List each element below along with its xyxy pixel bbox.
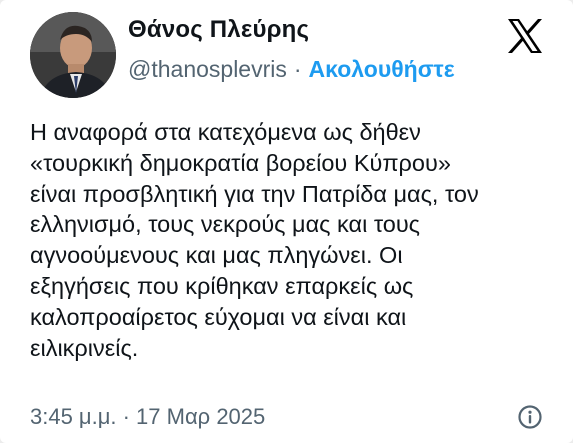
author-handle[interactable]: @thanosplevris (128, 56, 287, 82)
tweet-line: «τουρκική δημοκρατία βορείου Κύπρου» (30, 149, 451, 176)
info-icon[interactable] (517, 404, 543, 430)
avatar[interactable] (30, 12, 116, 98)
tweet-line: ειλικρινείς. (30, 334, 139, 361)
tweet-line: Η αναφορά στα κατεχόμενα ως δήθεν (30, 119, 421, 145)
tweet-line: ελληνισμό, τους νεκρούς μας και τους (30, 211, 421, 238)
tweet-line: είναι προσβλητική για την Πατρίδα μας, τ… (30, 180, 479, 207)
avatar-photo-icon (30, 12, 116, 98)
follow-button[interactable]: Ακολουθήστε (309, 56, 455, 82)
tweet-line: καλοπροαίρετος εύχομαι να είναι και (30, 303, 407, 330)
tweet-text: Η αναφορά στα κατεχόμενα ως δήθεν «τουρκ… (30, 117, 555, 363)
separator-dot: · (293, 56, 302, 82)
author-handle-row: @thanosplevris · Ακολουθήστε (128, 56, 455, 83)
tweet-card: Θάνος Πλεύρης @thanosplevris · Ακολουθήστε… (0, 0, 573, 443)
author-display-name[interactable]: Θάνος Πλεύρης (128, 16, 309, 44)
tweet-line: αγνοούμενους και μας πληγώνει. Οι (30, 242, 403, 269)
tweet-line: εξηγήσεις που κρίθηκαν επαρκείς ως (30, 272, 414, 299)
x-logo-icon[interactable] (505, 16, 545, 56)
tweet-timestamp[interactable]: 3:45 μ.μ. · 17 Μαρ 2025 (30, 404, 265, 430)
